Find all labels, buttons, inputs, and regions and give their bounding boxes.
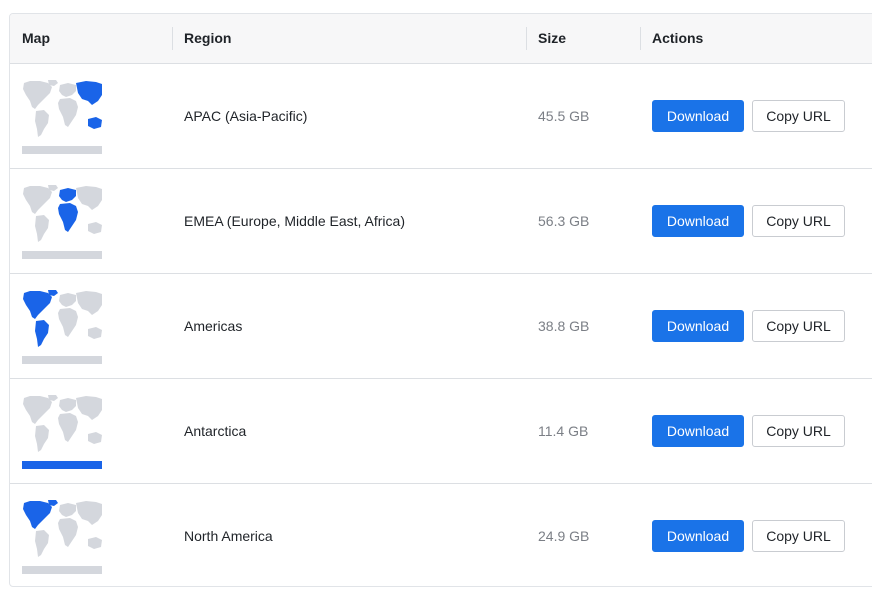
table-row: Antarctica 11.4 GB Download Copy URL (10, 379, 872, 484)
continent-an (22, 145, 102, 154)
continent-an (22, 565, 102, 574)
region-size: 24.9 GB (538, 528, 590, 544)
actions-cell: Download Copy URL (640, 484, 872, 586)
actions-cell: Download Copy URL (640, 64, 872, 168)
download-button[interactable]: Download (652, 205, 744, 237)
continent-an (22, 460, 102, 469)
region-name: Americas (184, 318, 243, 334)
copy-url-button[interactable]: Copy URL (752, 310, 845, 342)
table-row: EMEA (Europe, Middle East, Africa) 56.3 … (10, 169, 872, 274)
download-button[interactable]: Download (652, 100, 744, 132)
region-map-north-america (22, 498, 102, 574)
region-name: North America (184, 528, 273, 544)
copy-url-button[interactable]: Copy URL (752, 100, 845, 132)
region-map-emea (22, 183, 102, 259)
header-map: Map (22, 30, 50, 46)
regions-table: Map Region Size Actions APAC (Asia-Pacif… (9, 13, 872, 587)
header-region: Region (172, 14, 526, 63)
map-cell (10, 484, 172, 586)
table-header: Map Region Size Actions (10, 14, 872, 64)
header-size: Size (526, 14, 640, 63)
table-row: North America 24.9 GB Download Copy URL (10, 484, 872, 586)
region-name: EMEA (Europe, Middle East, Africa) (184, 213, 405, 229)
download-button[interactable]: Download (652, 310, 744, 342)
region-map-antarctica (22, 393, 102, 469)
download-button[interactable]: Download (652, 520, 744, 552)
continent-an (22, 355, 102, 364)
map-cell (10, 169, 172, 273)
map-cell (10, 379, 172, 483)
region-map-americas (22, 288, 102, 364)
region-size: 45.5 GB (538, 108, 590, 124)
region-name: Antarctica (184, 423, 247, 439)
table-row: APAC (Asia-Pacific) 45.5 GB Download Cop… (10, 64, 872, 169)
map-cell (10, 64, 172, 168)
region-map-apac (22, 78, 102, 154)
region-size: 56.3 GB (538, 213, 590, 229)
region-name: APAC (Asia-Pacific) (184, 108, 308, 124)
region-size: 38.8 GB (538, 318, 590, 334)
copy-url-button[interactable]: Copy URL (752, 415, 845, 447)
map-cell (10, 274, 172, 378)
copy-url-button[interactable]: Copy URL (752, 205, 845, 237)
continent-an (22, 250, 102, 259)
table-row: Americas 38.8 GB Download Copy URL (10, 274, 872, 379)
actions-cell: Download Copy URL (640, 274, 872, 378)
header-actions: Actions (640, 14, 872, 63)
copy-url-button[interactable]: Copy URL (752, 520, 845, 552)
download-button[interactable]: Download (652, 415, 744, 447)
actions-cell: Download Copy URL (640, 169, 872, 273)
region-size: 11.4 GB (538, 423, 589, 439)
actions-cell: Download Copy URL (640, 379, 872, 483)
